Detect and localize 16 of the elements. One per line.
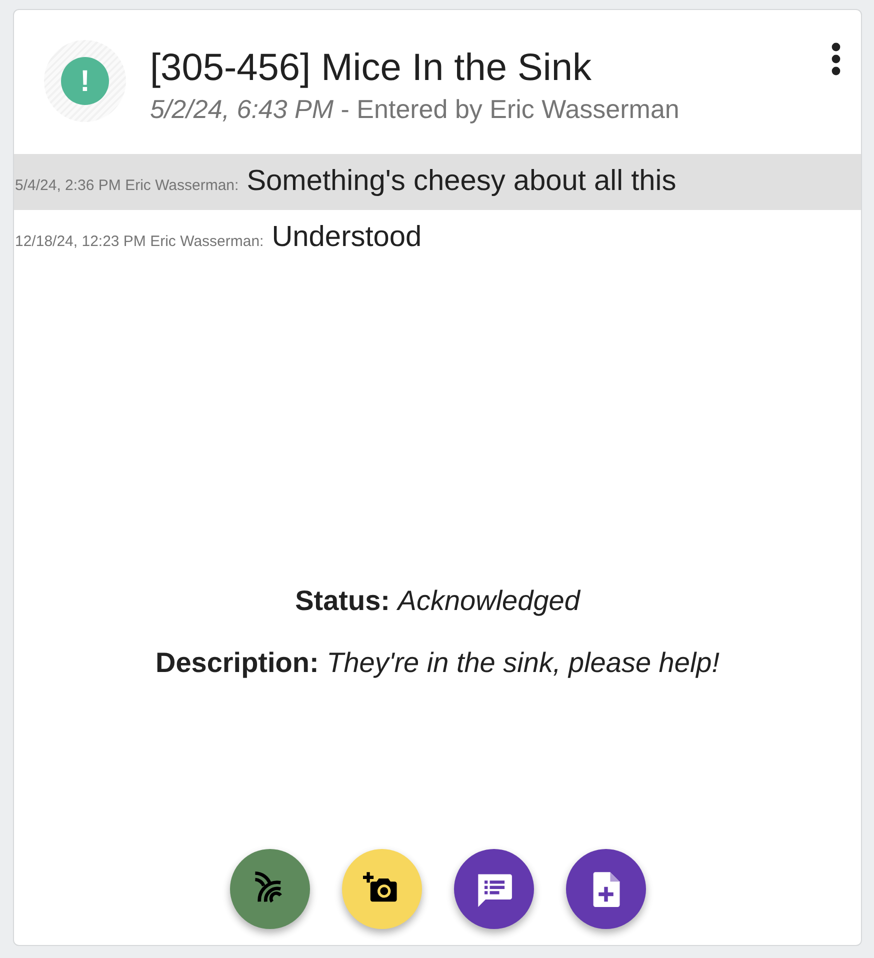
detail-line: Description: They're in the sink, please help!: [154, 646, 721, 680]
message-text: Understood: [272, 220, 422, 254]
signal-button[interactable]: [230, 849, 310, 929]
camera-button[interactable]: [342, 849, 422, 929]
message-row[interactable]: 5/4/24, 2:36 PM Eric Wasserman: Something's cheesy about all this: [14, 154, 861, 210]
message-row[interactable]: 12/18/24, 12:23 PM Eric Wasserman: Understood: [14, 210, 861, 265]
ticket-subtitle: 5/2/24, 6:43 PM - Entered by Eric Wasserman: [150, 92, 680, 126]
more-icon: [831, 42, 841, 76]
comment-button[interactable]: [454, 849, 534, 929]
ticket-title: [305-456] Mice In the Sink: [150, 48, 592, 90]
detail-line: Status: Acknowledged: [294, 584, 582, 618]
message-meta: 12/18/24, 12:23 PM Eric Wasserman:: [15, 232, 264, 252]
message-meta: 5/4/24, 2:36 PM Eric Wasserman:: [15, 176, 239, 196]
file-button[interactable]: [566, 849, 646, 929]
alert-icon: !: [61, 57, 109, 105]
message-text: Something's cheesy about all this: [246, 164, 676, 199]
